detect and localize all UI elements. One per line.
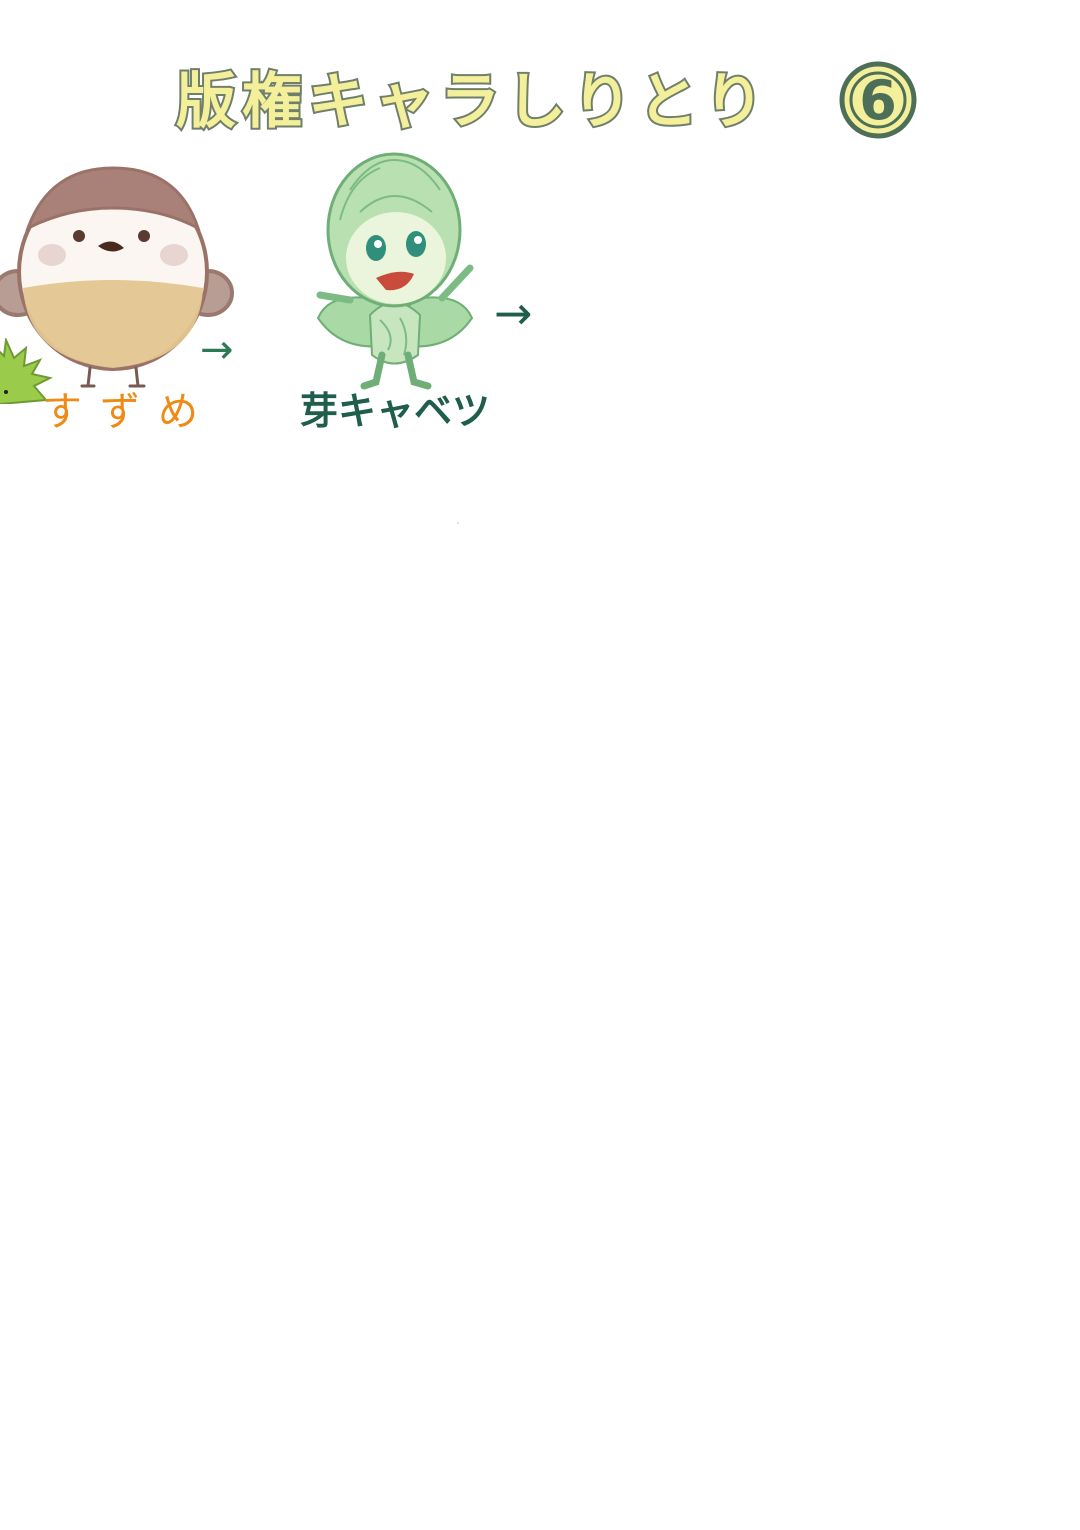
stray-mark — [457, 522, 459, 524]
arrow-1: → — [200, 327, 234, 373]
sparrow-label: すずめ — [42, 389, 216, 435]
cabbage-label: 芽キャベツ — [300, 389, 491, 433]
title-number: 6 — [859, 69, 897, 132]
sprout-cabbage-illustration — [310, 150, 480, 395]
title-text: 版権キャラしりとり — [176, 67, 770, 137]
page-title: 版権キャラしりとり 6 — [170, 58, 930, 148]
arrow-2: → — [494, 286, 533, 340]
title-graphic: 版権キャラしりとり 6 — [174, 61, 917, 139]
